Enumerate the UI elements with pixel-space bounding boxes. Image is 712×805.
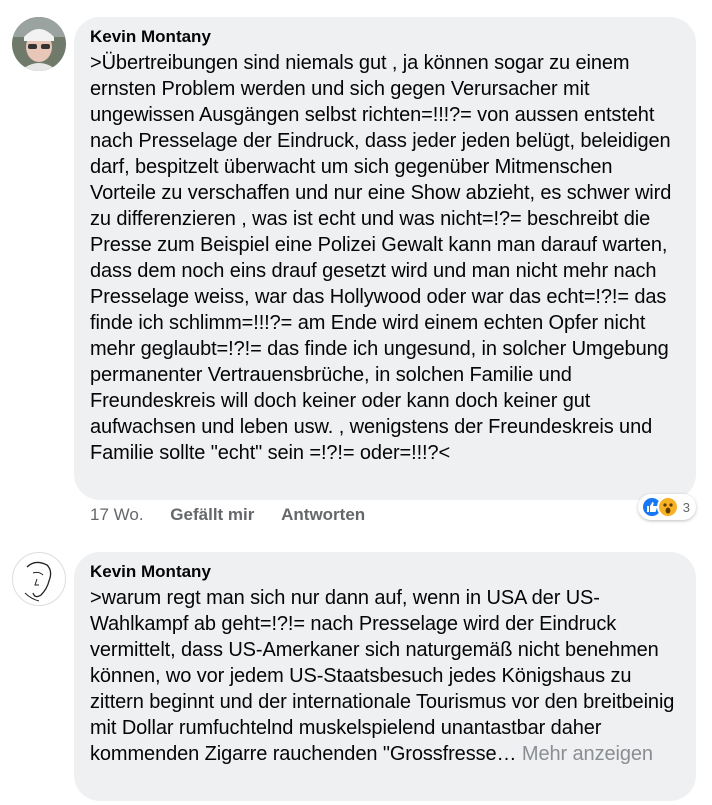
avatar[interactable] — [12, 17, 66, 71]
comment-bubble: Kevin Montany >Übertreibungen sind niema… — [74, 17, 696, 500]
reaction-count: 3 — [682, 499, 690, 515]
comment-text: >warum regt man sich nur dann auf, wenn … — [90, 585, 680, 767]
reply-button[interactable]: Antworten — [281, 503, 365, 527]
comment-text-body: >warum regt man sich nur dann auf, wenn … — [90, 587, 675, 765]
comment-actions: 17 Wo. Gefällt mir Antworten — [90, 503, 387, 527]
comment-author[interactable]: Kevin Montany — [90, 26, 680, 48]
avatar[interactable] — [12, 552, 66, 606]
show-more-link[interactable]: Mehr anzeigen — [522, 743, 653, 765]
comment-timestamp[interactable]: 17 Wo. — [90, 503, 144, 527]
comment-author[interactable]: Kevin Montany — [90, 561, 680, 583]
comment-bubble: Kevin Montany >warum regt man sich nur d… — [74, 552, 696, 801]
like-button[interactable]: Gefällt mir — [170, 503, 254, 527]
reaction-summary[interactable]: 3 — [637, 494, 696, 520]
comment-text: >Übertreibungen sind niemals gut , ja kö… — [90, 52, 672, 464]
profile-photo-icon — [12, 17, 66, 71]
wow-icon — [656, 496, 679, 518]
sketch-face-icon — [24, 561, 52, 602]
